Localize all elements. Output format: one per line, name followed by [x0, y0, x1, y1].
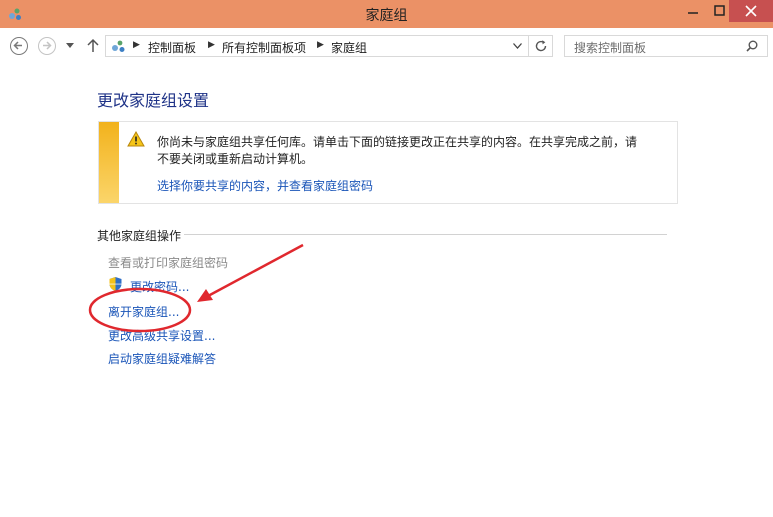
chevron-down-icon[interactable] — [513, 43, 522, 49]
warning-stripe — [99, 122, 119, 203]
back-arrow-icon — [13, 41, 22, 50]
chevron-right-icon[interactable]: ▶ — [317, 40, 324, 50]
breadcrumb-control-panel[interactable]: 控制面板 — [148, 39, 196, 56]
navigation-bar: ▶ 控制面板 ▶ 所有控制面板项 ▶ 家庭组 搜索控制面板 — [0, 28, 773, 64]
change-password-link[interactable]: 更改密码... — [130, 278, 189, 295]
search-input[interactable]: 搜索控制面板 — [564, 35, 768, 57]
breadcrumb-all-control-panel-items[interactable]: 所有控制面板项 — [222, 39, 306, 56]
back-button[interactable] — [10, 37, 28, 55]
annotation-arrow-head — [197, 289, 213, 302]
window-title: 家庭组 — [365, 8, 408, 24]
search-icon[interactable] — [745, 39, 759, 53]
uac-shield-icon — [109, 277, 122, 291]
forward-button[interactable] — [38, 37, 56, 55]
maximize-icon — [713, 5, 725, 16]
page-title: 更改家庭组设置 — [97, 91, 210, 110]
homegroup-troubleshooter-link[interactable]: 启动家庭组疑难解答 — [108, 350, 216, 367]
up-arrow-icon[interactable] — [86, 38, 100, 53]
address-bar[interactable]: ▶ 控制面板 ▶ 所有控制面板项 ▶ 家庭组 — [105, 35, 553, 57]
warning-icon — [127, 131, 145, 147]
forward-arrow-icon — [43, 41, 52, 50]
chevron-right-icon: ▶ — [133, 40, 140, 50]
leave-homegroup-link[interactable]: 离开家庭组... — [108, 303, 179, 320]
minimize-icon — [688, 12, 698, 14]
chevron-right-icon[interactable]: ▶ — [208, 40, 215, 50]
minimize-button[interactable] — [680, 0, 706, 24]
close-button[interactable] — [729, 0, 773, 22]
breadcrumb-homegroup[interactable]: 家庭组 — [331, 39, 367, 56]
close-icon — [745, 5, 757, 17]
warning-text-line2: 不要关闭或重新启动计算机。 — [157, 152, 314, 166]
section-title: 其他家庭组操作 — [97, 229, 182, 243]
choose-shared-content-link[interactable]: 选择你要共享的内容，并查看家庭组密码 — [157, 177, 373, 194]
warning-panel: 你尚未与家庭组共享任何库。请单击下面的链接更改正在共享的内容。在共享完成之前，请… — [98, 121, 678, 204]
refresh-icon[interactable] — [534, 39, 548, 53]
search-placeholder: 搜索控制面板 — [574, 41, 647, 55]
view-print-password-link: 查看或打印家庭组密码 — [108, 256, 229, 270]
section-divider — [184, 234, 667, 235]
warning-text-line1: 你尚未与家庭组共享任何库。请单击下面的链接更改正在共享的内容。在共享完成之前，请 — [157, 135, 638, 149]
title-bar: 家庭组 — [0, 0, 773, 28]
change-advanced-sharing-link[interactable]: 更改高级共享设置... — [108, 327, 215, 344]
homegroup-location-icon — [112, 40, 125, 52]
address-divider — [528, 36, 529, 56]
recent-pages-dropdown-icon[interactable] — [66, 43, 74, 49]
